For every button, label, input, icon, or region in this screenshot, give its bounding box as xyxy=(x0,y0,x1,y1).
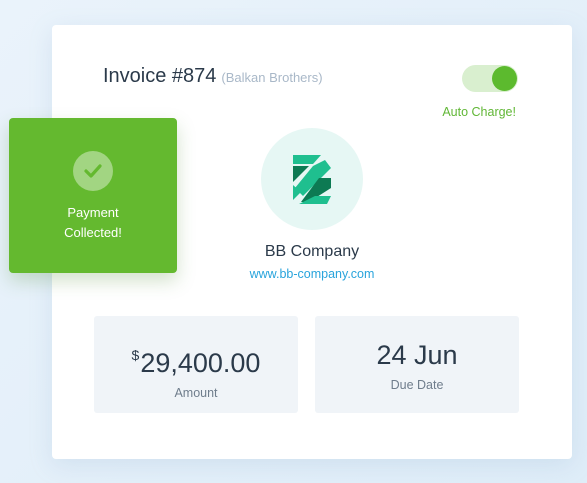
payment-collected-badge: Payment Collected! xyxy=(9,118,177,273)
toggle-knob[interactable] xyxy=(492,66,517,91)
amount-label: Amount xyxy=(174,386,218,400)
auto-charge-label: Auto Charge! xyxy=(442,105,516,119)
invoice-client: (Balkan Brothers) xyxy=(221,70,323,85)
due-date-value: 24 Jun xyxy=(376,340,458,370)
due-date-panel: 24 Jun Due Date xyxy=(315,316,519,413)
payment-line-2: Collected! xyxy=(64,225,122,240)
payment-line-1: Payment xyxy=(67,205,119,220)
amount-panel: $29,400.00 Amount xyxy=(94,316,298,413)
invoice-number: Invoice #874 xyxy=(103,65,217,87)
payment-collected-text: Payment Collected! xyxy=(9,203,177,243)
amount-value-row: $29,400.00 xyxy=(94,340,298,378)
amount-value: 29,400.00 xyxy=(140,348,261,378)
checkmark-icon xyxy=(73,151,113,191)
auto-charge-toggle[interactable] xyxy=(462,65,518,92)
currency-symbol: $ xyxy=(131,347,140,363)
company-logo xyxy=(261,128,363,230)
invoice-header: Invoice #874 (Balkan Brothers) xyxy=(103,65,323,88)
bb-company-logo-icon xyxy=(293,155,331,204)
due-date-label: Due Date xyxy=(390,378,444,392)
